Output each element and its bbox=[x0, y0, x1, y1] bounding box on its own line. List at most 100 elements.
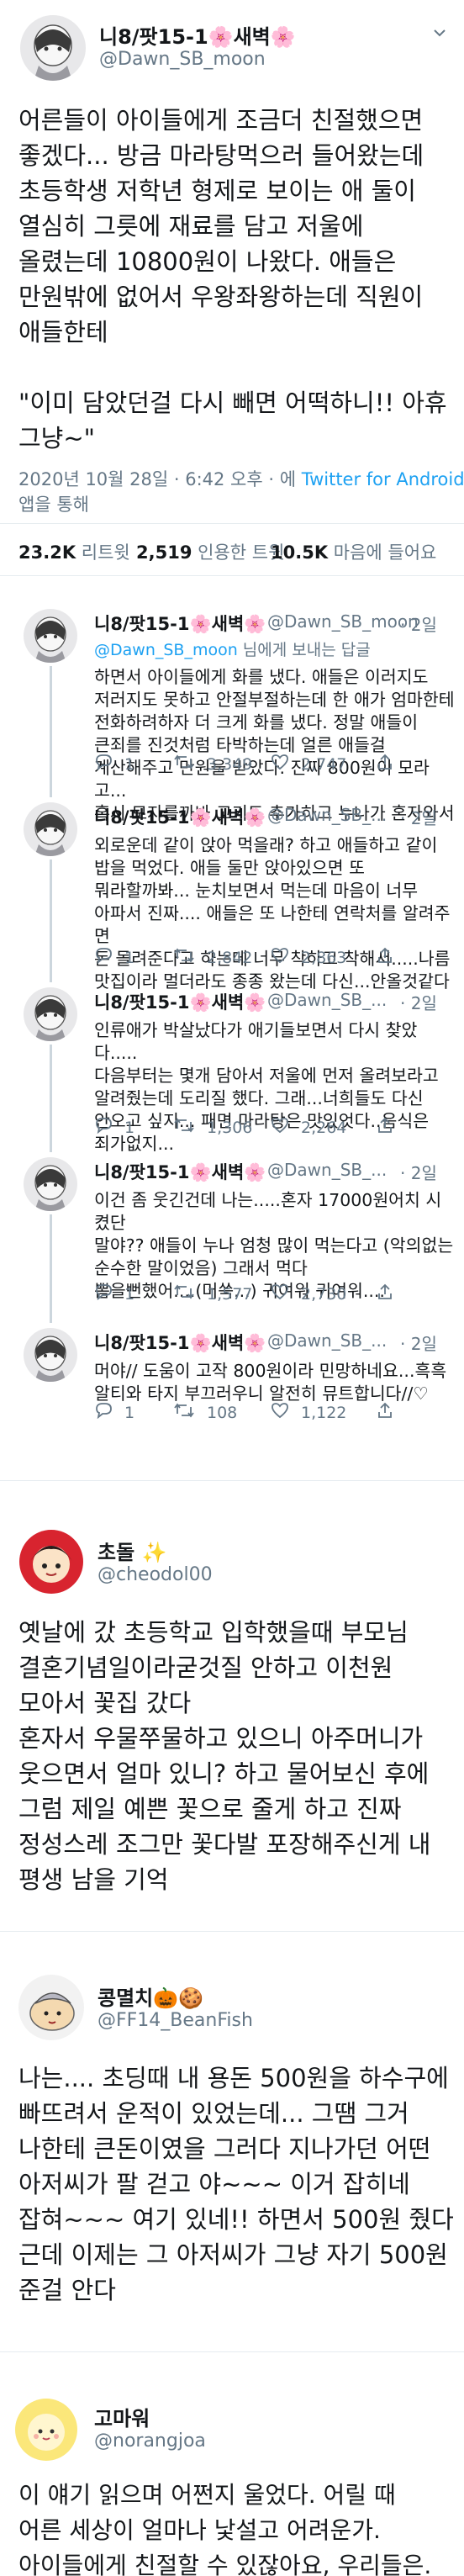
reply-to-suffix: 님에게 보내는 답글 bbox=[242, 641, 371, 659]
thread-connector bbox=[50, 666, 52, 797]
like-button[interactable]: 2,730 bbox=[271, 1283, 346, 1304]
retweets-count: 23.2K bbox=[18, 542, 76, 563]
reply-button[interactable]: 1 bbox=[94, 1117, 134, 1138]
avatar[interactable] bbox=[20, 15, 86, 81]
share-button[interactable] bbox=[377, 754, 405, 775]
display-name[interactable]: 니8/팟15-1🌸새벽🌸 bbox=[94, 1159, 266, 1184]
retweet-count: 108 bbox=[207, 1403, 238, 1422]
client-suffix: 앱을 통해 bbox=[18, 495, 89, 515]
retweet-count: 3,349 bbox=[207, 754, 253, 774]
share-button[interactable] bbox=[377, 1117, 405, 1138]
like-button[interactable]: 2,264 bbox=[271, 1117, 346, 1138]
reply-button[interactable]: 1 bbox=[94, 754, 134, 775]
display-name[interactable]: 니8/팟15-1🌸새벽🌸 bbox=[94, 804, 266, 829]
handle[interactable]: @Dawn_SB_... bbox=[267, 805, 387, 825]
retweet-icon bbox=[173, 947, 207, 968]
handle[interactable]: @cheodol00 bbox=[98, 1564, 213, 1585]
handle[interactable]: @Dawn_SB_... bbox=[267, 1160, 387, 1180]
like-button[interactable]: 2,747 bbox=[271, 754, 346, 775]
handle[interactable]: @Dawn_SB_moon bbox=[267, 611, 419, 632]
quotes-stat[interactable]: 2,519 인용한 트윗 bbox=[136, 539, 284, 564]
reply-button[interactable]: 1 bbox=[94, 1283, 134, 1304]
reply-tweet[interactable]: 니8/팟15-1🌸새벽🌸 @Dawn_SB_... · 2일 이건 좀 웃긴건데 나는… bbox=[0, 1154, 464, 1325]
like-icon bbox=[271, 754, 301, 775]
handle[interactable]: @Dawn_SB_moon bbox=[99, 49, 266, 70]
handle[interactable]: @norangjoa bbox=[94, 2431, 206, 2452]
handle[interactable]: @FF14_BeanFish bbox=[98, 2010, 253, 2031]
retweet-icon bbox=[173, 1402, 207, 1423]
handle[interactable]: @Dawn_SB_... bbox=[267, 1330, 387, 1351]
avatar[interactable] bbox=[24, 609, 77, 663]
retweets-stat[interactable]: 23.2K 리트윗 bbox=[18, 539, 130, 564]
reply-time[interactable]: · 2일 bbox=[400, 990, 437, 1014]
quotes-count: 2,519 bbox=[136, 542, 192, 563]
reply-button[interactable]: 1 bbox=[94, 1402, 134, 1423]
reply-tweet[interactable]: 니8/팟15-1🌸새벽🌸 @Dawn_SB_... · 2일 인류애가 박살났다가 애… bbox=[0, 984, 464, 1154]
tweet-norangjoa: 고마워 @norangjoa 이 얘기 읽으며 어쩐지 울었다. 어릴 때 어른… bbox=[0, 2390, 464, 2576]
tweet-text: 이 얘기 읽으며 어쩐지 울었다. 어릴 때 어른 세상이 얼마나 낯설고 어려… bbox=[18, 2481, 432, 2576]
share-button[interactable] bbox=[377, 947, 405, 968]
reply-tweet[interactable]: 니8/팟15-1🌸새벽🌸 @Dawn_SB_... · 2일외로운데 같이 앉아 먹… bbox=[0, 799, 464, 992]
avatar[interactable] bbox=[18, 1975, 84, 2040]
retweet-button[interactable]: 1,306 bbox=[173, 1117, 252, 1138]
divider bbox=[0, 2351, 464, 2352]
retweet-button[interactable]: 1,577 bbox=[173, 1283, 252, 1304]
retweet-button[interactable]: 108 bbox=[173, 1402, 237, 1423]
retweet-icon bbox=[173, 1283, 207, 1304]
like-count: 2,747 bbox=[301, 754, 347, 774]
likes-stat[interactable]: 10.5K 마음에 들어요 bbox=[271, 539, 436, 564]
avatar[interactable] bbox=[24, 1157, 77, 1211]
reply-time[interactable]: · 2일 bbox=[400, 1160, 437, 1184]
share-icon bbox=[377, 1402, 405, 1423]
like-button[interactable]: 1,122 bbox=[271, 1402, 346, 1423]
avatar[interactable] bbox=[13, 2397, 79, 2462]
retweet-button[interactable]: 3,349 bbox=[173, 754, 252, 775]
reply-to-mention[interactable]: @Dawn_SB_moon bbox=[94, 641, 238, 659]
reply-time[interactable]: · 2일 bbox=[400, 1330, 437, 1355]
retweet-icon bbox=[173, 754, 207, 775]
avatar[interactable] bbox=[24, 802, 77, 856]
reply-count: 1 bbox=[124, 1118, 135, 1137]
display-name[interactable]: 니8/팟15-1🌸새벽🌸 bbox=[94, 611, 266, 636]
reply-icon bbox=[94, 754, 124, 775]
tweet-text: 옛날에 갔 초등학교 입학했을때 부모님 결혼기념일이라굳것질 안하고 이천원 … bbox=[18, 1618, 431, 1894]
thread-connector bbox=[50, 1045, 52, 1152]
display-name[interactable]: 니8/팟15-1🌸새벽🌸 bbox=[94, 1330, 266, 1355]
handle[interactable]: @Dawn_SB_... bbox=[267, 990, 387, 1010]
divider bbox=[0, 575, 464, 576]
display-name[interactable]: 고마워 bbox=[94, 2402, 150, 2431]
thread-connector bbox=[50, 1214, 52, 1323]
reply-icon bbox=[94, 1283, 124, 1304]
timestamp-text: 2020년 10월 28일 · 6:42 오후 · 에 bbox=[18, 469, 302, 489]
reply-count: 1 bbox=[124, 754, 135, 774]
share-button[interactable] bbox=[377, 1283, 405, 1304]
retweet-count: 1,577 bbox=[207, 1284, 253, 1304]
reply-time[interactable]: · 2일 bbox=[400, 611, 437, 636]
like-button[interactable]: 2,863 bbox=[271, 947, 346, 968]
reply-button[interactable]: 1 bbox=[94, 947, 134, 968]
tweet-text: 나는.... 초딩때 내 용돈 500원을 하수구에 빠뜨려서 운적이 있었는데… bbox=[18, 2064, 454, 2304]
retweet-count: 1,306 bbox=[207, 1118, 253, 1137]
tweet-timestamp[interactable]: 2020년 10월 28일 · 6:42 오후 · 에 Twitter for … bbox=[18, 466, 464, 491]
display-name[interactable]: 콩멸치🎃🍪 bbox=[98, 1981, 203, 2011]
reply-text: 외로운데 같이 앉아 먹을래? 하고 애들하고 같이 밥을 먹었다. 애들 둘만… bbox=[94, 835, 451, 992]
reply-tweet[interactable]: 니8/팟15-1🌸새벽🌸 @Dawn_SB_... · 2일 머야// 도움이 고작 … bbox=[0, 1325, 464, 1426]
reply-to-label: @Dawn_SB_moon 님에게 보내는 답글 bbox=[94, 637, 371, 660]
share-button[interactable] bbox=[377, 1402, 405, 1423]
avatar[interactable] bbox=[18, 1529, 84, 1595]
caret-down-icon[interactable] bbox=[432, 25, 447, 40]
main-tweet: 니8/팟15-1🌸새벽🌸 @Dawn_SB_moon 어른들이 아이들에게 조금… bbox=[0, 0, 464, 521]
reply-icon bbox=[94, 947, 124, 968]
reply-tweet[interactable]: 니8/팟15-1🌸새벽🌸 @Dawn_SB_moon · 2일 @Dawn_SB_mo… bbox=[0, 606, 464, 823]
retweet-button[interactable]: 2,842 bbox=[173, 947, 252, 968]
display-name[interactable]: 니8/팟15-1🌸새벽🌸 bbox=[94, 989, 266, 1014]
client-link[interactable]: Twitter for Android bbox=[302, 469, 464, 489]
reply-time[interactable]: · 2일 bbox=[400, 805, 437, 829]
like-icon bbox=[271, 1283, 301, 1304]
display-name[interactable]: 니8/팟15-1🌸새벽🌸 bbox=[99, 20, 296, 50]
avatar[interactable] bbox=[24, 1328, 77, 1382]
tweet-text: 어른들이 아이들에게 조금더 친절했으면 좋겠다... 방금 마라탕먹으러 들어… bbox=[18, 106, 447, 452]
reply-icon bbox=[94, 1117, 124, 1138]
display-name[interactable]: 초돌 ✨ bbox=[98, 1536, 166, 1565]
avatar[interactable] bbox=[24, 987, 77, 1041]
